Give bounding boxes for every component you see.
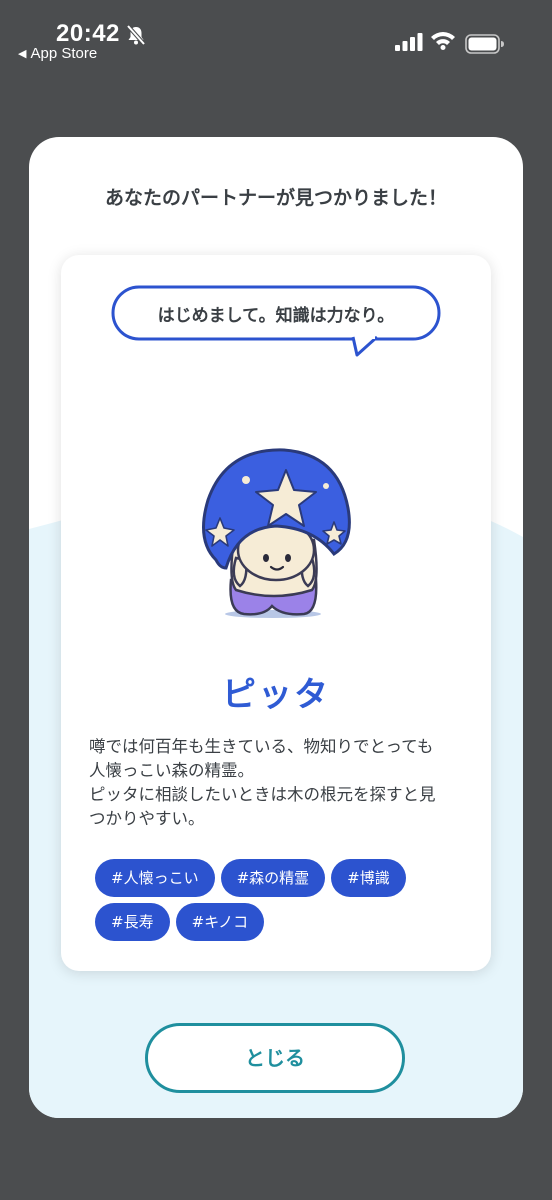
wifi-icon — [431, 32, 455, 50]
tag-chip: #博識 — [331, 859, 406, 897]
partner-description: 噂では何百年も生きている、物知りでとっても 人懐っこい森の精霊。 ピッタに相談し… — [89, 735, 471, 831]
tag-chip: #キノコ — [175, 903, 265, 941]
back-to-app-store[interactable]: ◀ App Store — [18, 45, 97, 62]
tag-chip: #人懐っこい — [95, 859, 215, 897]
tag-chip: #森の精霊 — [220, 859, 326, 897]
partner-found-modal: あなたのパートナーが見つかりました！ はじめまして。知識は力なり。 ピッタ 噂で… — [29, 137, 523, 1118]
description-line: 人懐っこい森の精霊。 — [89, 761, 254, 780]
speech-bubble: はじめまして。知識は力なり。 — [111, 285, 441, 357]
speech-bubble-text: はじめまして。知識は力なり。 — [157, 306, 395, 326]
description-line: つかりやすい。 — [89, 809, 205, 828]
description-line: 噂では何百年も生きている、物知りでとっても — [89, 737, 434, 756]
close-button[interactable]: とじる — [145, 1023, 405, 1093]
partner-profile-card: はじめまして。知識は力なり。 ピッタ 噂では何百年も生きている、物知りでとっても… — [61, 255, 491, 971]
partner-name: ピッタ — [222, 675, 330, 715]
tag-chip: #長寿 — [95, 903, 170, 941]
mushroom-mascot-illustration — [202, 448, 351, 618]
back-arrow-icon: ◀ — [18, 48, 27, 60]
description-line: ピッタに相談したいときは木の根元を探すと見 — [89, 785, 436, 804]
status-time: 20:42 — [56, 20, 120, 47]
back-app-label: App Store — [30, 45, 98, 62]
cellular-signal-icon — [395, 33, 423, 51]
modal-title: あなたのパートナーが見つかりました！ — [104, 187, 447, 209]
battery-icon — [465, 34, 504, 54]
bell-slash-icon — [126, 24, 146, 46]
tag-list: #人懐っこい #森の精霊 #博識 #長寿 #キノコ — [95, 859, 465, 941]
status-bar: 20:42 ◀ App Store — [0, 0, 552, 70]
